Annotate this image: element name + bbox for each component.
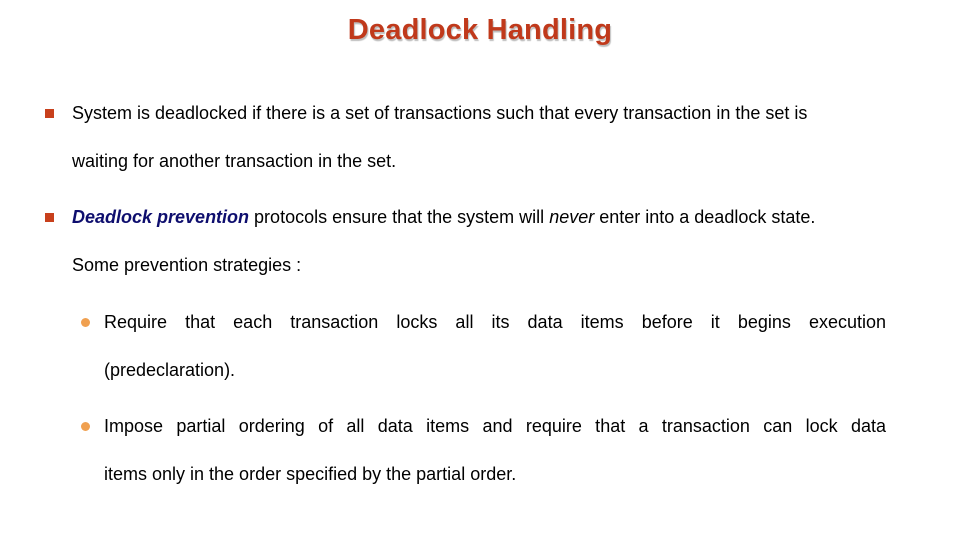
bullet-1-line-2: waiting for another transaction in the s… (72, 151, 397, 171)
bullet-2-line-2: Some prevention strategies : (72, 255, 302, 275)
round-bullet-icon (81, 422, 90, 431)
bullet-1-line-1: System is deadlocked if there is a set o… (72, 103, 808, 123)
slide-title: Deadlock Handling (347, 14, 613, 46)
bullet-1: System is deadlocked if there is a set o… (72, 89, 892, 185)
sub-bullet-2: Impose partial ordering of all data item… (104, 402, 886, 498)
bullet-2-line-1: Deadlock prevention protocols ensure tha… (72, 193, 902, 241)
square-bullet-icon (45, 213, 54, 222)
sub-bullet-2-line-1: Impose partial ordering of all data item… (104, 416, 886, 436)
sub-bullet-1-line-2: (predeclaration). (104, 360, 236, 380)
sub-bullet-1: Require that each transaction locks all … (104, 298, 886, 394)
bullet-2-text-b: enter into a deadlock state. (594, 207, 816, 227)
round-bullet-icon (81, 318, 90, 327)
bullet-2-text-a: protocols ensure that the system will (249, 207, 550, 227)
never-emphasis: never (549, 207, 595, 227)
sub-bullet-1-line-1: Require that each transaction locks all … (104, 312, 886, 332)
sub-bullet-2-line-2: items only in the order specified by the… (104, 464, 517, 484)
square-bullet-icon (45, 109, 54, 118)
bullet-2: Deadlock prevention protocols ensure tha… (72, 193, 902, 289)
deadlock-prevention-term: Deadlock prevention (72, 207, 250, 227)
